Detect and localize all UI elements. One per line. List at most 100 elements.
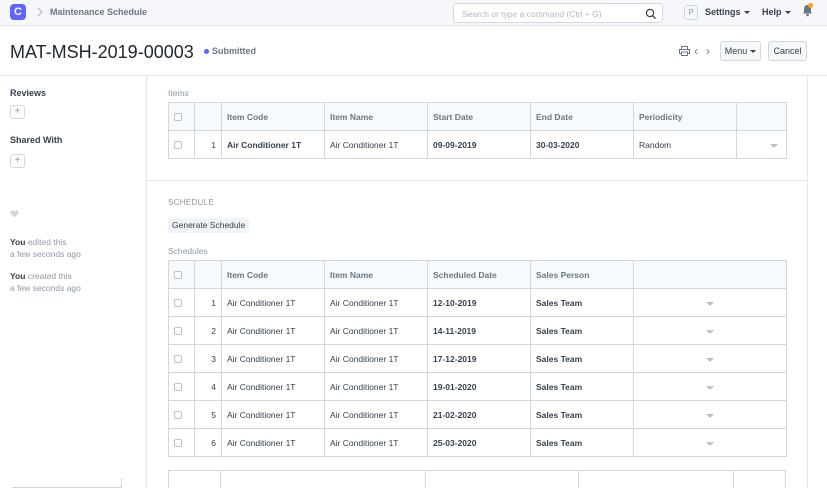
column-header: Item Code — [221, 102, 325, 131]
select-all-checkbox[interactable] — [174, 113, 182, 122]
scheduled-date-cell[interactable]: 19-01-2020 — [427, 372, 531, 401]
item-name-cell[interactable]: Air Conditioner 1T — [324, 400, 428, 429]
row-actions-cell[interactable] — [633, 400, 787, 429]
item-code-cell[interactable]: Air Conditioner 1T — [221, 400, 325, 429]
status-indicator — [204, 49, 209, 54]
item-code-cell[interactable]: Air Conditioner 1T — [221, 344, 325, 373]
sales-person-cell[interactable]: Sales Team — [530, 316, 634, 345]
chevron-down-icon[interactable] — [706, 357, 714, 362]
item-code-cell[interactable]: Air Conditioner 1T — [221, 288, 325, 317]
chevron-down-icon[interactable] — [706, 329, 714, 334]
item-name-cell[interactable]: Air Conditioner 1T — [324, 428, 428, 457]
row-select-cell — [168, 400, 195, 429]
settings-label: Settings — [705, 7, 741, 17]
table-row[interactable]: 2 Air Conditioner 1T Air Conditioner 1T … — [168, 316, 787, 345]
sales-person-cell[interactable]: Sales Team — [530, 428, 634, 457]
table-row[interactable]: 6 Air Conditioner 1T Air Conditioner 1T … — [168, 428, 787, 457]
chevron-down-icon[interactable] — [706, 413, 714, 418]
cancel-button[interactable]: Cancel — [768, 41, 807, 61]
items-table: Item Code Item Name Start Date End Date … — [168, 102, 787, 159]
item-name-cell[interactable]: Air Conditioner 1T — [324, 344, 428, 373]
select-all-checkbox[interactable] — [174, 271, 182, 280]
item-name-cell[interactable]: Air Conditioner 1T — [324, 130, 428, 159]
row-checkbox[interactable] — [174, 141, 182, 150]
status-badge: Submitted — [212, 46, 256, 56]
add-share-button[interactable]: + — [10, 154, 25, 168]
row-actions-cell[interactable] — [736, 130, 787, 159]
row-actions-cell[interactable] — [633, 372, 787, 401]
search-icon[interactable] — [645, 8, 657, 20]
printer-icon[interactable] — [679, 46, 690, 56]
shared-with-label: Shared With — [10, 135, 63, 145]
start-date-cell[interactable]: 09-09-2019 — [427, 130, 531, 159]
column-header: Scheduled Date — [427, 260, 531, 289]
generate-schedule-button[interactable]: Generate Schedule — [168, 218, 250, 233]
row-checkbox[interactable] — [174, 439, 182, 448]
row-checkbox[interactable] — [174, 355, 182, 364]
sales-person-cell[interactable]: Sales Team — [530, 344, 634, 373]
chevron-down-icon[interactable] — [706, 301, 714, 306]
row-index: 5 — [194, 400, 222, 429]
page-title: MAT-MSH-2019-00003 — [10, 42, 194, 62]
avatar[interactable]: P — [684, 5, 698, 20]
menu-button[interactable]: Menu — [720, 41, 761, 61]
item-code-cell[interactable]: Air Conditioner 1T — [221, 428, 325, 457]
header-divider — [0, 75, 827, 76]
chevron-down-icon[interactable] — [706, 441, 714, 446]
settings-dropdown[interactable]: Settings — [705, 7, 750, 17]
select-all-cell — [168, 260, 195, 289]
heart-icon[interactable] — [10, 210, 19, 218]
periodicity-cell[interactable]: Random — [633, 130, 737, 159]
row-actions-cell[interactable] — [633, 344, 787, 373]
row-actions-cell[interactable] — [633, 288, 787, 317]
scheduled-date-cell[interactable]: 14-11-2019 — [427, 316, 531, 345]
scheduled-date-cell[interactable]: 12-10-2019 — [427, 288, 531, 317]
row-checkbox[interactable] — [174, 411, 182, 420]
row-checkbox[interactable] — [174, 299, 182, 308]
activity-item: You edited this a few seconds ago — [10, 236, 81, 260]
table-row[interactable]: 4 Air Conditioner 1T Air Conditioner 1T … — [168, 372, 787, 401]
scheduled-date-cell[interactable]: 21-02-2020 — [427, 400, 531, 429]
activity-user[interactable]: You — [10, 271, 25, 281]
app-logo[interactable]: C — [10, 4, 26, 20]
section-divider — [147, 180, 807, 181]
column-divider — [425, 470, 426, 488]
chevron-down-icon[interactable] — [706, 385, 714, 390]
scheduled-date-cell[interactable]: 17-12-2019 — [427, 344, 531, 373]
column-header: Periodicity — [633, 102, 737, 131]
activity-action: edited this — [27, 237, 67, 247]
schedule-heading: SCHEDULE — [168, 198, 214, 207]
item-name-cell[interactable]: Air Conditioner 1T — [324, 372, 428, 401]
row-index: 3 — [194, 344, 222, 373]
row-checkbox[interactable] — [174, 327, 182, 336]
next-doc-icon[interactable]: › — [706, 45, 710, 57]
table-row[interactable]: 1 Air Conditioner 1T Air Conditioner 1T … — [168, 130, 787, 159]
row-actions-cell[interactable] — [633, 428, 787, 457]
column-header: Start Date — [427, 102, 531, 131]
table-row[interactable]: 5 Air Conditioner 1T Air Conditioner 1T … — [168, 400, 787, 429]
end-date-cell[interactable]: 30-03-2020 — [530, 130, 634, 159]
sales-person-cell[interactable]: Sales Team — [530, 400, 634, 429]
chevron-down-icon[interactable] — [770, 143, 778, 148]
activity-user[interactable]: You — [10, 237, 25, 247]
add-review-button[interactable]: + — [10, 105, 25, 119]
search-input[interactable]: Search or type a command (Ctrl + G) — [453, 3, 663, 23]
item-code-cell[interactable]: Air Conditioner 1T — [221, 372, 325, 401]
item-name-cell[interactable]: Air Conditioner 1T — [324, 316, 428, 345]
scheduled-date-cell[interactable]: 25-03-2020 — [427, 428, 531, 457]
help-dropdown[interactable]: Help — [762, 7, 791, 17]
sales-person-cell[interactable]: Sales Team — [530, 372, 634, 401]
breadcrumb[interactable]: Maintenance Schedule — [50, 7, 147, 17]
table-row[interactable]: 1 Air Conditioner 1T Air Conditioner 1T … — [168, 288, 787, 317]
table-row[interactable]: 3 Air Conditioner 1T Air Conditioner 1T … — [168, 344, 787, 373]
row-select-cell — [168, 130, 195, 159]
previous-doc-icon[interactable]: ‹ — [694, 45, 698, 57]
row-actions-cell[interactable] — [633, 316, 787, 345]
row-select-cell — [168, 344, 195, 373]
row-checkbox[interactable] — [174, 383, 182, 392]
item-name-cell[interactable]: Air Conditioner 1T — [324, 288, 428, 317]
item-code-cell[interactable]: Air Conditioner 1T — [221, 316, 325, 345]
sales-person-cell[interactable]: Sales Team — [530, 288, 634, 317]
item-code-cell[interactable]: Air Conditioner 1T — [221, 130, 325, 159]
row-select-cell — [168, 288, 195, 317]
